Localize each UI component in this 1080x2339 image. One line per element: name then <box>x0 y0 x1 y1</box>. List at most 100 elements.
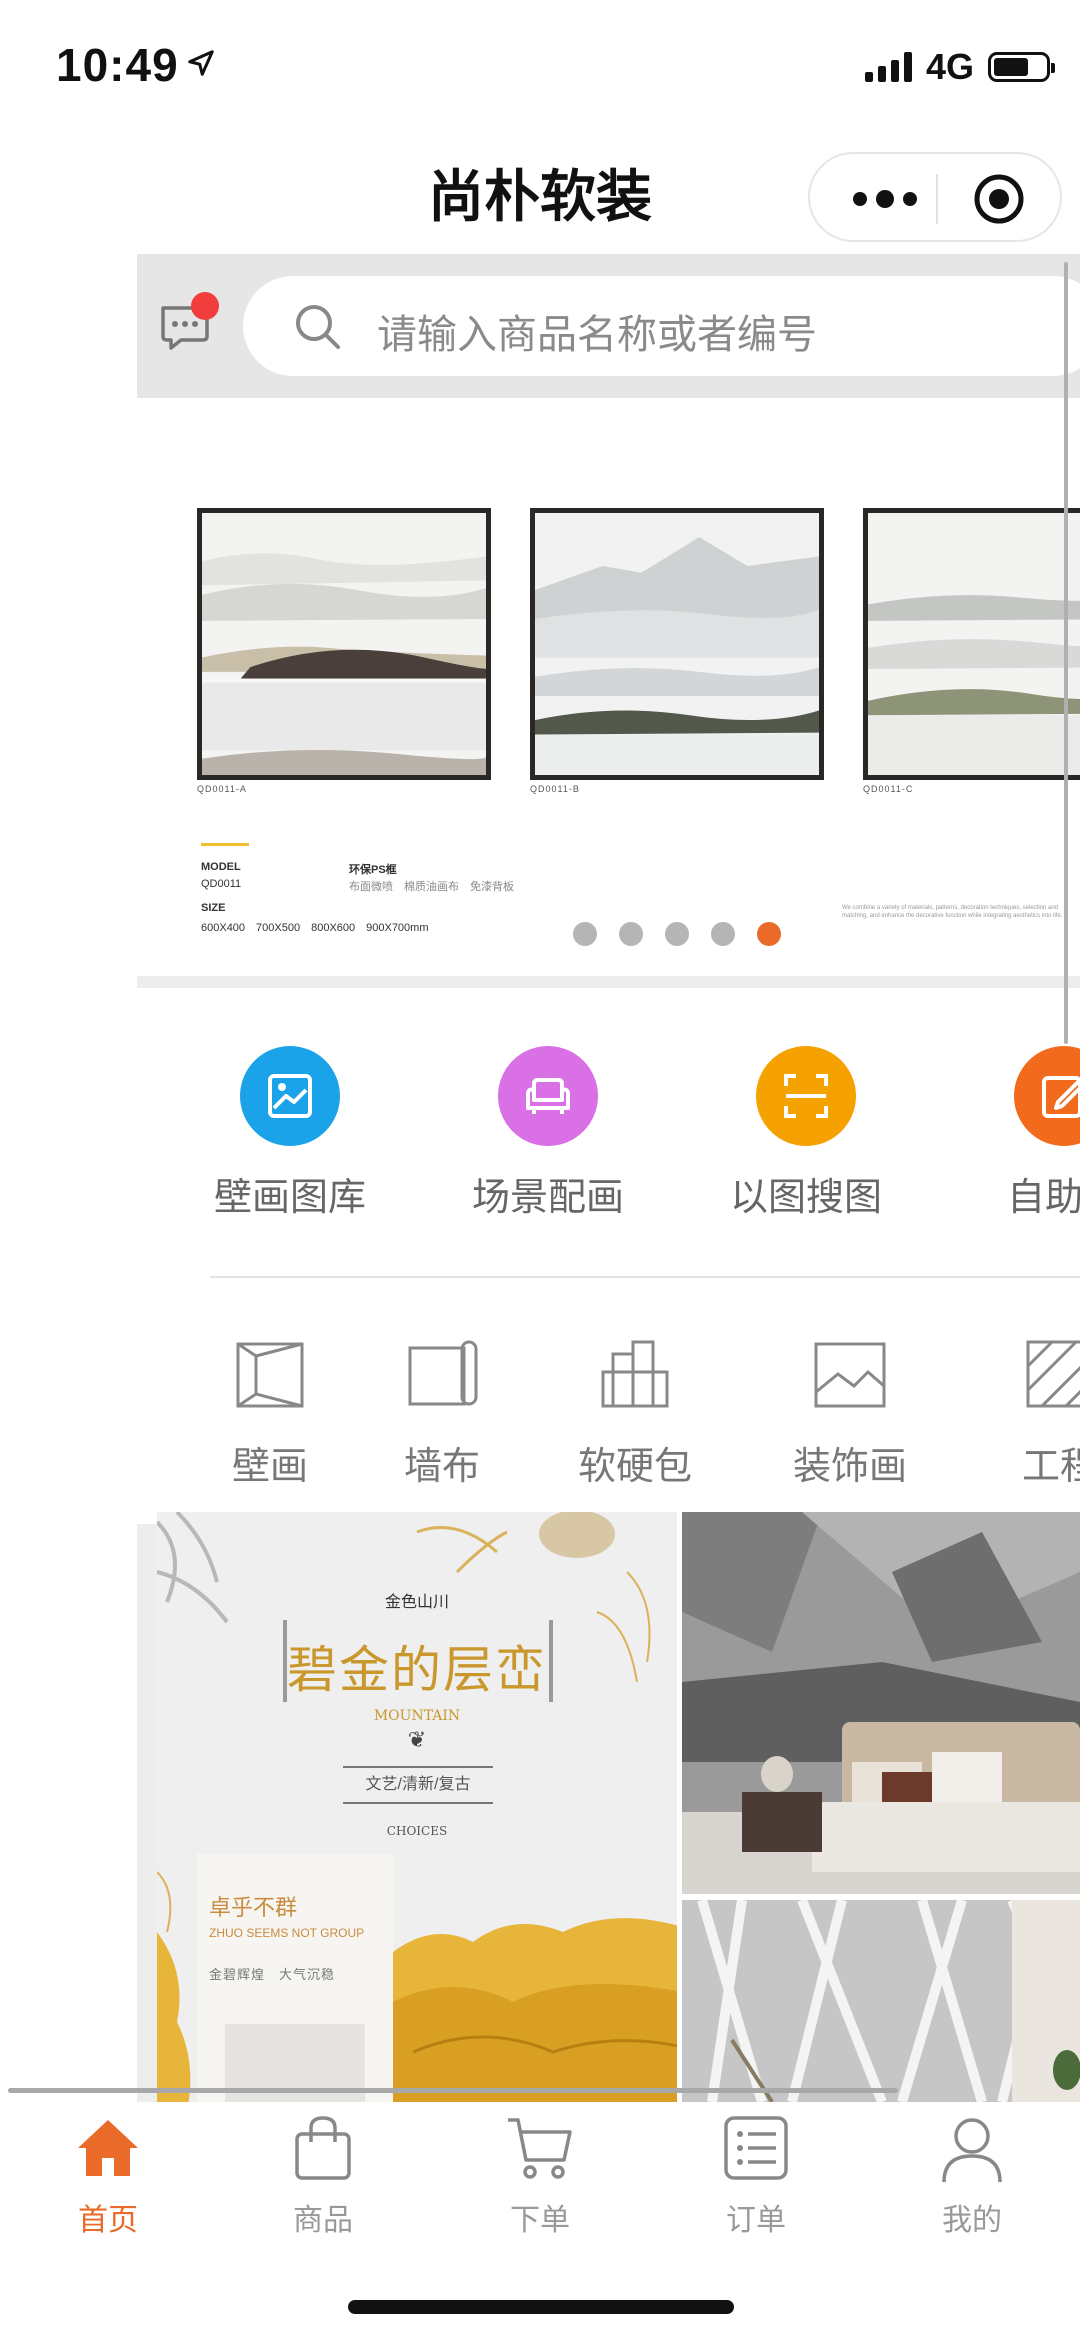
category-mural[interactable]: 壁画 <box>190 1330 350 1490</box>
gallery-icon <box>240 1046 340 1146</box>
promo-card-desc: 金碧辉煌 大气沉稳 <box>209 1967 336 1982</box>
vertical-scrollbar[interactable] <box>1064 262 1068 1044</box>
home-icon <box>78 2120 138 2176</box>
more-icon[interactable] <box>850 184 920 214</box>
tab-home[interactable]: 首页 <box>28 2112 188 2239</box>
quick-menu: 壁画图库 场景配画 以图搜图 自助设 <box>0 1040 1080 1220</box>
tab-label: 订单 <box>726 2204 786 2237</box>
category-panel[interactable]: 软硬包 <box>555 1330 715 1490</box>
quick-item-gallery[interactable]: 壁画图库 <box>190 1040 390 1221</box>
home-indicator[interactable] <box>348 2300 734 2314</box>
quick-label-self-design: 自助设 <box>1006 1177 1080 1219</box>
category-label: 墙布 <box>403 1446 480 1488</box>
tab-mine[interactable]: 我的 <box>892 2112 1052 2239</box>
model-value: QD0011 <box>201 878 242 890</box>
scan-icon <box>756 1046 856 1146</box>
banner-painting-b <box>530 508 824 780</box>
quick-item-self-design[interactable]: 自助设 <box>964 1040 1080 1221</box>
promo-styles: 文艺/清新/复古 <box>343 1766 493 1804</box>
category-row: 壁画 墙布 软硬包 装饰画 工程 <box>0 1330 1080 1488</box>
promo-top-text: 金色山川 <box>384 1592 449 1611</box>
banner-code-c: QD0011-C <box>863 784 914 794</box>
category-wallcloth[interactable]: 墙布 <box>362 1330 522 1490</box>
model-label: MODEL <box>201 861 241 873</box>
grid-gutter <box>137 1524 157 2104</box>
size-value: 600X400 700X500 800X600 900X700mm <box>201 922 429 934</box>
carousel-indicator <box>573 922 781 946</box>
carousel-dot[interactable] <box>619 922 643 946</box>
notification-badge <box>191 292 219 320</box>
cart-icon <box>508 2118 572 2179</box>
gold-edge-art <box>157 1932 191 2102</box>
banner-fine-print: We combine a variety of materials, patte… <box>842 905 1063 919</box>
quick-label-gallery: 壁画图库 <box>213 1177 366 1219</box>
quick-item-scene[interactable]: 场景配画 <box>448 1040 648 1221</box>
carousel-dot[interactable] <box>573 922 597 946</box>
location-arrow-icon <box>188 50 214 76</box>
search-icon <box>296 305 340 349</box>
category-project[interactable]: 工程 <box>980 1330 1080 1490</box>
carousel-dot-active[interactable] <box>757 922 781 946</box>
frame-label: 环保PS框 <box>349 864 397 876</box>
edit-icon <box>1014 1046 1080 1146</box>
carousel-dot[interactable] <box>665 922 689 946</box>
quick-label-scene: 场景配画 <box>471 1177 624 1219</box>
search-input[interactable]: 请输入商品名称或者编号 <box>243 276 1080 376</box>
materials-text: 布面微喷 棉质油画布 免漆背板 <box>349 881 514 893</box>
close-miniprogram-icon[interactable] <box>972 172 1026 226</box>
wallcloth-icon <box>408 1340 478 1406</box>
tab-label: 首页 <box>78 2204 138 2237</box>
tab-place-order[interactable]: 下单 <box>460 2112 620 2239</box>
promo-card-title: 卓乎不群 <box>209 1896 298 1921</box>
nav-bar: 尚朴软装 <box>0 130 1080 250</box>
list-icon <box>724 2116 788 2180</box>
size-label: SIZE <box>201 902 226 914</box>
promo-card-subtitle: ZHUO SEEMS NOT GROUP <box>209 1926 365 1940</box>
battery-icon <box>988 52 1055 82</box>
banner-code-a: QD0011-A <box>197 784 247 794</box>
banner-carousel[interactable]: QD0011-A QD0011-B QD0011-C MODEL QD0011 … <box>137 398 1080 980</box>
category-painting[interactable]: 装饰画 <box>770 1330 930 1490</box>
promo-card-golden-mountain[interactable]: 金色山川 碧金的层峦 MOUNTAIN ❦ 文艺/清新/复古 CHOICES 卓… <box>157 1512 677 2102</box>
promo-title: 碧金的层峦 <box>287 1641 547 1699</box>
miniprogram-capsule <box>808 152 1062 242</box>
category-label: 工程 <box>1021 1446 1080 1488</box>
banner-painting-c <box>863 508 1080 780</box>
product-image-branches[interactable] <box>682 1900 1080 2102</box>
capsule-divider <box>936 174 938 224</box>
quick-label-image-search: 以图搜图 <box>729 1177 882 1219</box>
status-bar: 10:49 4G <box>0 0 1080 130</box>
user-icon <box>942 2118 1002 2183</box>
promo-ornament: ❦ <box>407 1728 427 1753</box>
promo-inner-card: 卓乎不群 ZHUO SEEMS NOT GROUP 金碧辉煌 大气沉稳 <box>197 1854 393 2102</box>
sofa-icon <box>498 1046 598 1146</box>
panel-icon <box>601 1340 669 1408</box>
promo-subtitle: MOUNTAIN <box>373 1708 461 1724</box>
banner-painting-a <box>197 508 491 780</box>
promo-choices: CHOICES <box>386 1824 448 1838</box>
painting-icon <box>814 1342 886 1408</box>
category-label: 装饰画 <box>792 1446 907 1488</box>
signal-icon <box>864 52 912 82</box>
tab-label: 我的 <box>942 2204 1002 2237</box>
banner-accent-line <box>201 843 249 846</box>
quick-item-image-search[interactable]: 以图搜图 <box>706 1040 906 1221</box>
product-image-bedroom[interactable] <box>682 1512 1080 1894</box>
mural-icon <box>236 1342 304 1408</box>
section-divider <box>137 976 1080 988</box>
tab-label: 商品 <box>293 2204 353 2237</box>
horizontal-scrollbar[interactable] <box>8 2088 898 2093</box>
gold-mountain-art <box>393 1918 677 2102</box>
search-area: 请输入商品名称或者编号 <box>137 254 1080 398</box>
category-label: 软硬包 <box>577 1446 692 1488</box>
search-placeholder: 请输入商品名称或者编号 <box>377 313 817 357</box>
tab-orders[interactable]: 订单 <box>676 2112 836 2239</box>
tab-products[interactable]: 商品 <box>243 2112 403 2239</box>
carousel-dot[interactable] <box>711 922 735 946</box>
project-icon <box>1026 1340 1080 1408</box>
tab-label: 下单 <box>510 2204 570 2237</box>
status-time: 10:49 <box>56 39 179 91</box>
network-type: 4G <box>925 46 974 87</box>
category-label: 壁画 <box>231 1446 308 1488</box>
banner-code-b: QD0011-B <box>530 784 580 794</box>
